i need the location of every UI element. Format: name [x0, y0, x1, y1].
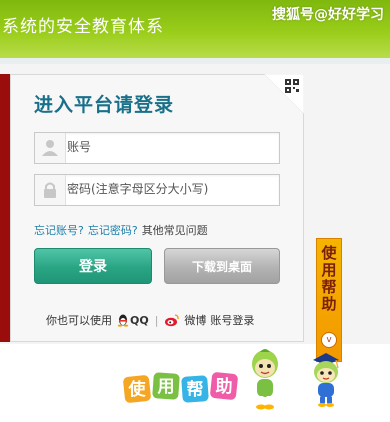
social-prefix: 你也可以使用	[46, 314, 112, 327]
login-button[interactable]: 登录	[34, 248, 152, 284]
forgot-password-link[interactable]: 忘记密码?	[88, 224, 138, 237]
download-to-desktop-button[interactable]: 下载到桌面	[164, 248, 280, 284]
username-field[interactable]	[34, 132, 280, 164]
lock-icon	[35, 175, 66, 205]
password-input[interactable]	[67, 178, 275, 200]
banner-title: 系统的安全教育体系	[2, 17, 164, 37]
social-login-row: 你也可以使用 QQ | 微博 账号登录	[46, 312, 255, 328]
qr-code-icon[interactable]	[264, 74, 304, 114]
header-banner: 系统的安全教育体系 搜狐号@好好学习	[0, 0, 390, 58]
help-links: 忘记账号? 忘记密码? 其他常见问题	[34, 222, 208, 238]
help-banner-char-4: 助	[216, 376, 233, 397]
mascot-left	[252, 349, 278, 410]
other-issues-link[interactable]: 其他常见问题	[142, 224, 208, 237]
chevron-down-icon[interactable]: v	[321, 332, 337, 348]
help-banner-char-2: 用	[158, 377, 175, 397]
password-field[interactable]	[34, 174, 280, 206]
help-banner[interactable]: 使 用 帮 助	[122, 370, 242, 404]
user-icon	[35, 133, 66, 163]
help-banner-char-3: 帮	[187, 380, 204, 400]
qq-icon[interactable]	[116, 313, 130, 327]
mascot-right	[313, 353, 339, 407]
weibo-login-link[interactable]: 微博	[184, 312, 206, 328]
social-suffix: 账号登录	[210, 314, 255, 327]
forgot-account-link[interactable]: 忘记账号?	[34, 224, 84, 237]
username-input[interactable]	[67, 136, 275, 158]
left-accent-strip	[0, 74, 10, 342]
weibo-icon[interactable]	[164, 313, 180, 327]
watermark-text: 搜狐号@好好学习	[272, 7, 384, 23]
qq-login-link[interactable]: QQ	[130, 314, 149, 327]
help-banner-char-1: 使	[128, 379, 147, 400]
login-title: 进入平台请登录	[34, 94, 175, 116]
